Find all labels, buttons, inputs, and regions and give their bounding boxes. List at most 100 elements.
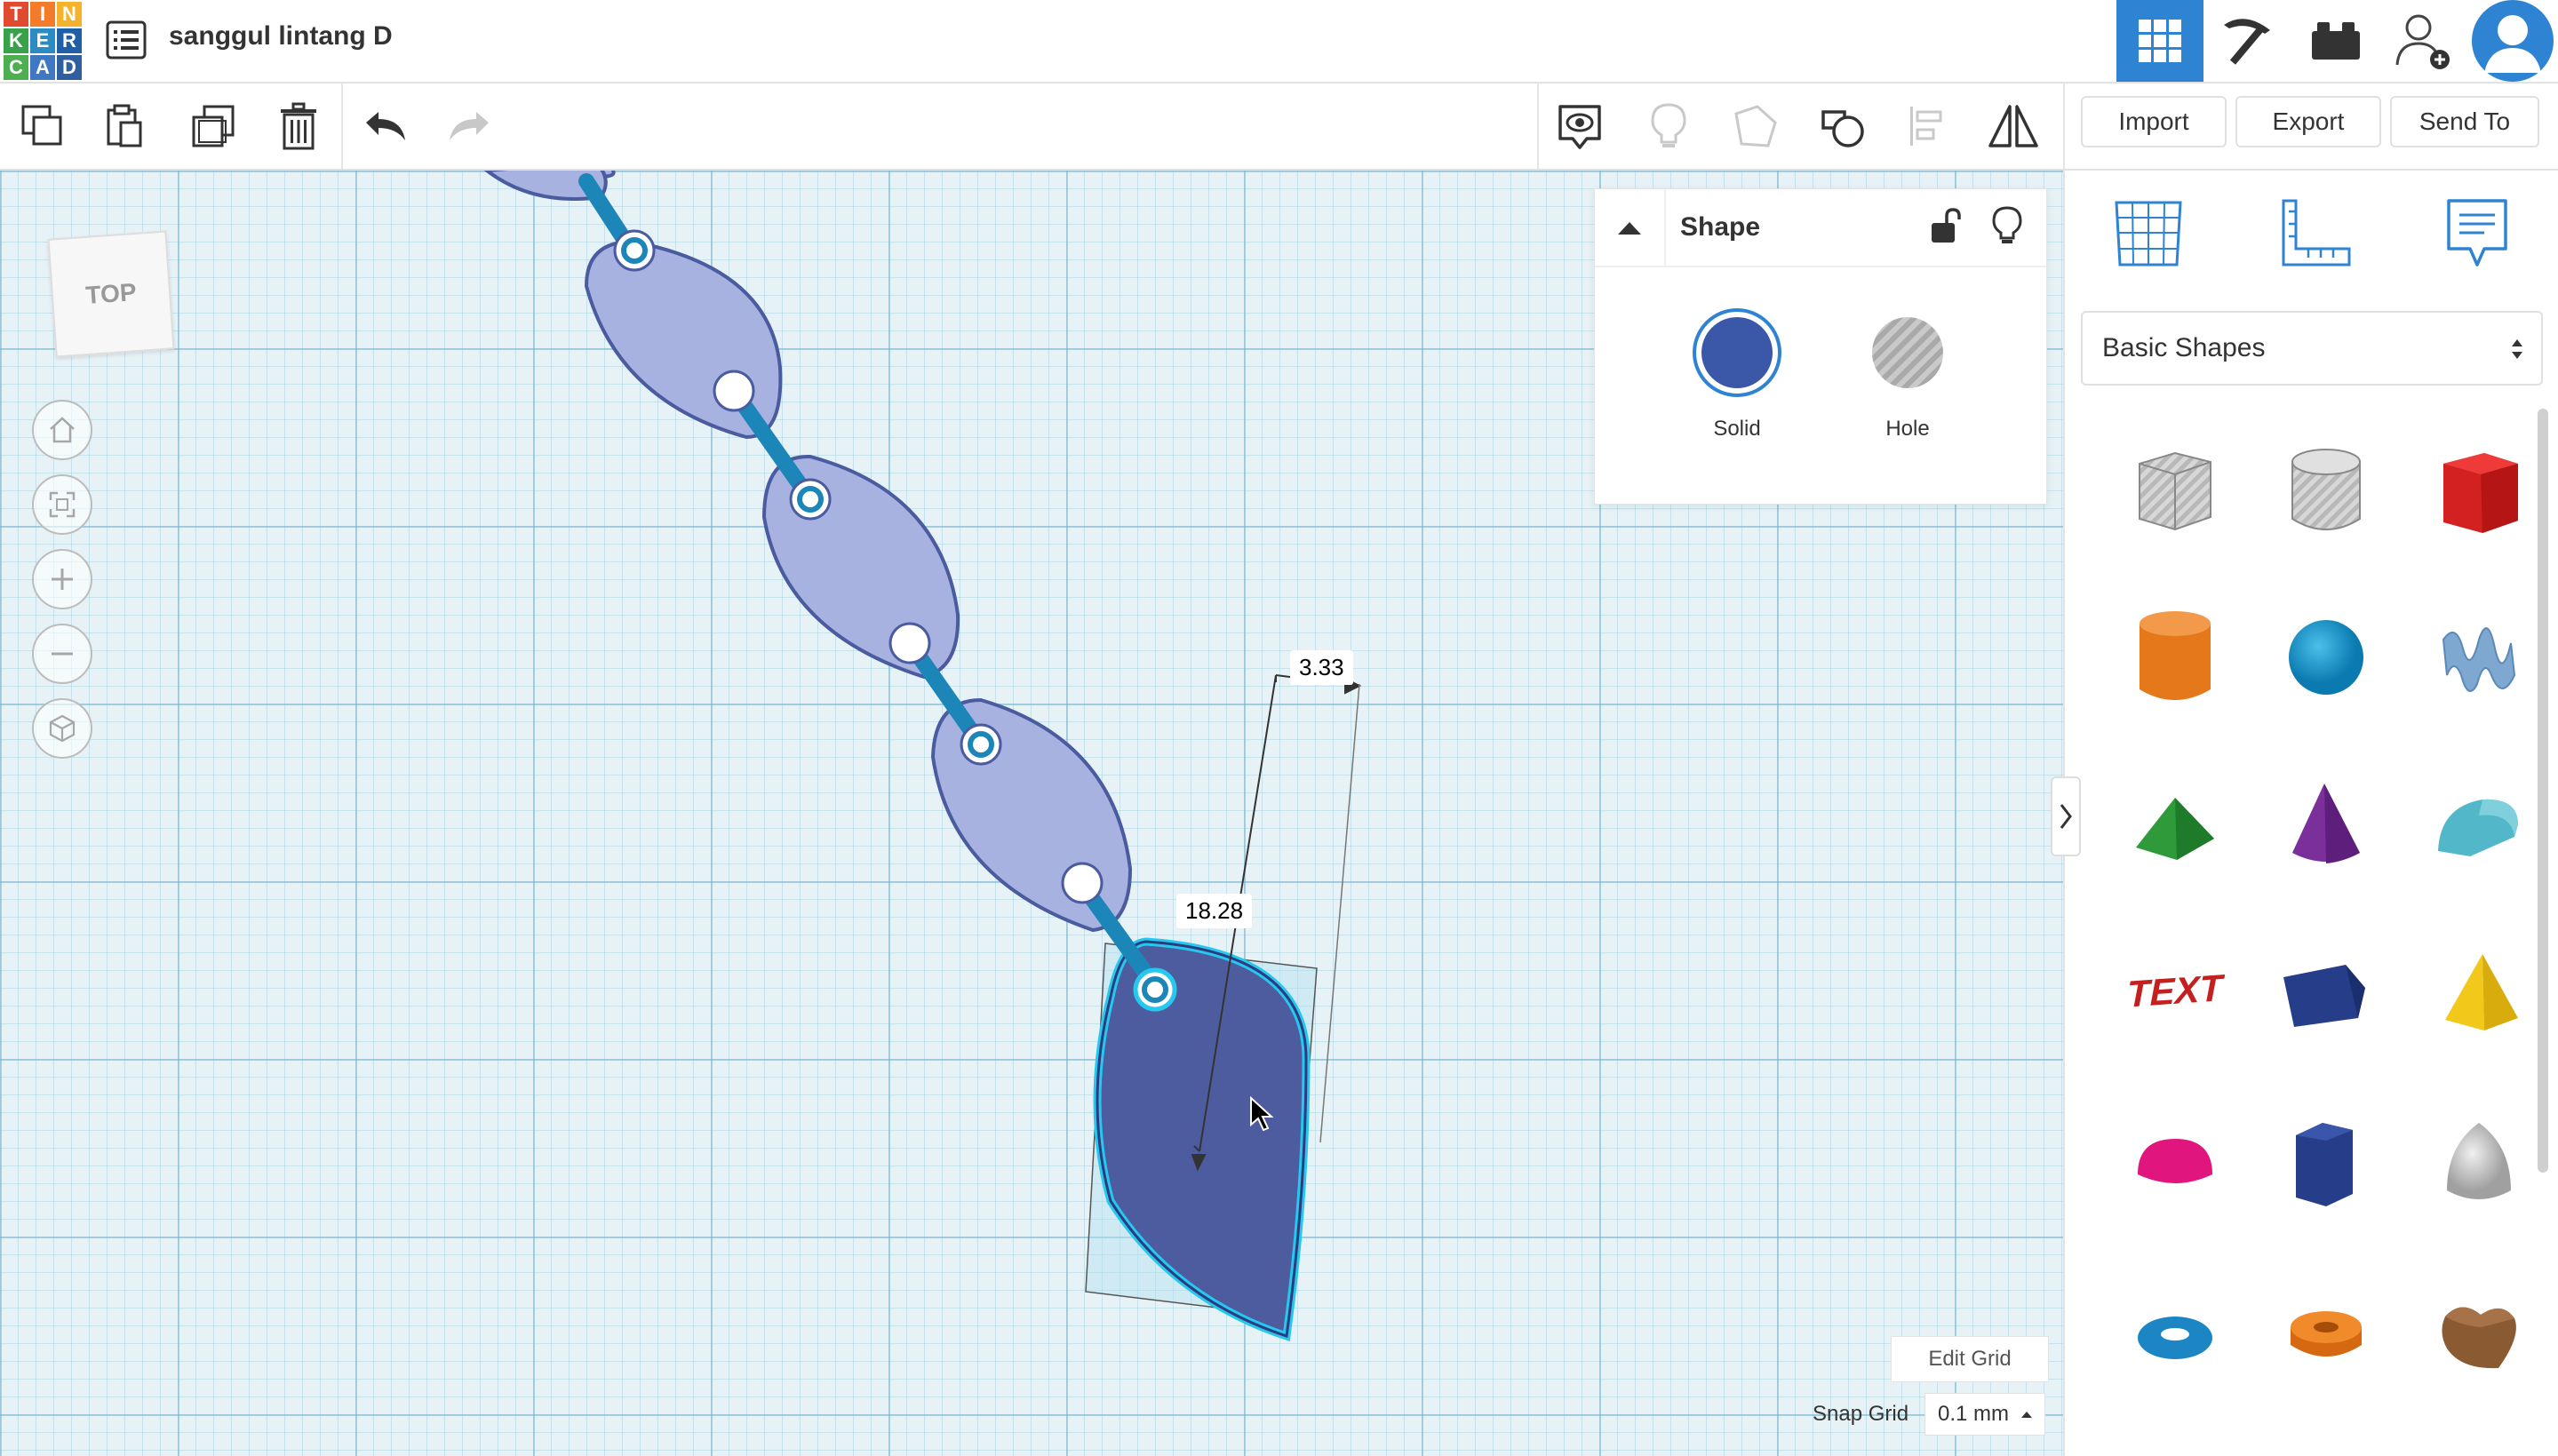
lightbulb-icon [1651,103,1686,147]
blue-sphere-icon [2289,620,2363,695]
shape-pyramid[interactable] [2417,933,2541,1057]
duplicate-button[interactable] [187,99,240,153]
ruler-icon [2282,199,2351,267]
text-shape-icon: TEXT [2127,967,2226,1015]
caret-up-icon [2021,1412,2033,1418]
trash-icon [281,102,316,150]
logo-letter: A [30,55,55,80]
group-shapes-icon [1734,105,1777,147]
shape-round-roof[interactable] [2417,762,2541,887]
bricks-view-button[interactable] [2292,0,2379,82]
light-button[interactable] [1991,205,2027,248]
shape-panel-header: Shape [1595,189,2046,267]
leaf-shape[interactable] [930,697,1133,933]
mouse-cursor-icon [1250,1096,1274,1132]
toolbar: Import Export Send To [0,84,2558,171]
copy-button[interactable] [16,99,69,153]
design-title[interactable]: sanggul lintang D [169,21,393,52]
copy-icon [21,105,62,146]
redo-button[interactable] [442,99,496,153]
group-button[interactable] [1729,99,1782,153]
snap-grid-select[interactable]: 0.1 mm [1924,1393,2045,1436]
shape-box-hole[interactable] [2113,428,2237,553]
shape-half-sphere[interactable] [2113,1102,2237,1226]
shape-cylinder-hole[interactable] [2264,428,2388,553]
snap-grid-label: Snap Grid [1813,1402,1909,1426]
shape-category-select[interactable]: Basic Shapes [2081,311,2543,386]
chevron-up-icon [1618,222,1641,235]
paste-button[interactable] [98,99,151,153]
text-shape-label: TEXT [2127,967,2226,1015]
blue-torus-icon [2138,1317,2212,1359]
logo-letter: R [57,28,82,53]
shape-torus[interactable] [2113,1274,2237,1398]
shape-category-value: Basic Shapes [2102,333,2266,362]
shape-cone[interactable] [2264,762,2388,887]
shape-text[interactable]: TEXT [2113,933,2237,1057]
shape-wedge-prism[interactable] [2264,933,2388,1057]
logo-letter: N [57,2,82,27]
hole-option[interactable]: Hole [1854,306,1961,449]
grid-view-icon [2139,20,2181,62]
workplane-icon [2115,201,2182,267]
edit-grid-button[interactable]: Edit Grid [1891,1336,2049,1382]
logo-letter: T [4,2,28,27]
note-icon [2447,199,2507,267]
shape-polygon[interactable] [2264,1102,2388,1226]
align-icon [1910,107,1942,146]
ungroup-shapes-icon [1821,110,1864,147]
scribble-icon [2442,627,2516,692]
shape-tube[interactable] [2264,1274,2388,1398]
unlocked-icon [1932,208,1961,243]
lock-button[interactable] [1929,207,1964,248]
cylinder-hole-icon [2291,449,2361,530]
ruler-tool-button[interactable] [2275,194,2355,274]
user-avatar-icon [2471,0,2554,82]
delete-button[interactable] [272,99,325,153]
solid-option[interactable]: Solid [1684,306,1790,449]
minecraft-view-button[interactable] [2203,0,2291,82]
light-bulb-button[interactable] [1642,99,1695,153]
notes-visibility-button[interactable] [1553,99,1606,153]
shape-paraboloid[interactable] [2417,1102,2541,1226]
navy-prism-icon [2283,965,2365,1027]
import-button[interactable]: Import [2081,96,2227,147]
shape-sphere[interactable] [2264,595,2388,720]
yellow-pyramid-icon [2445,954,2518,1030]
shape-roof[interactable] [2113,762,2237,887]
shape-scribble[interactable] [2417,595,2541,720]
eye-bubble-icon [1558,105,1601,149]
logo-letter: C [4,55,28,80]
workplane-tool-button[interactable] [2109,194,2189,274]
width-dimension-label[interactable]: 3.33 [1290,650,1353,685]
design-list-icon[interactable] [105,20,147,60]
mirror-button[interactable] [1987,99,2040,153]
hole-swatch [1872,317,1943,388]
ungroup-button[interactable] [1816,99,1869,153]
redo-icon [450,112,489,140]
shape-box[interactable] [2417,428,2541,553]
shape-inspector-panel: Shape Solid Hole [1594,188,2047,505]
align-button[interactable] [1903,99,1956,153]
solid-label: Solid [1713,417,1761,441]
invite-user-button[interactable] [2379,0,2466,82]
shape-cylinder[interactable] [2113,595,2237,720]
undo-button[interactable] [359,99,412,153]
send-to-button[interactable]: Send To [2390,96,2539,147]
shape-heart[interactable] [2417,1274,2541,1398]
collapse-library-button[interactable] [2051,776,2081,856]
length-dimension-label[interactable]: 18.28 [1176,894,1253,928]
3d-design-view-button[interactable] [2116,0,2203,82]
collapse-panel-button[interactable] [1595,189,1666,266]
export-button[interactable]: Export [2235,96,2381,147]
red-box-icon [2443,453,2518,533]
pickaxe-icon [2224,19,2270,65]
tinkercad-logo[interactable]: T I N K E R C A D [4,2,82,80]
undo-icon [366,112,405,140]
user-avatar-button[interactable] [2466,0,2558,82]
solid-color-swatch [1693,308,1781,397]
notes-tool-button[interactable] [2443,194,2514,274]
gray-paraboloid-icon [2447,1123,2511,1199]
lightbulb-icon [1992,206,2022,243]
logo-letter: E [30,28,55,53]
